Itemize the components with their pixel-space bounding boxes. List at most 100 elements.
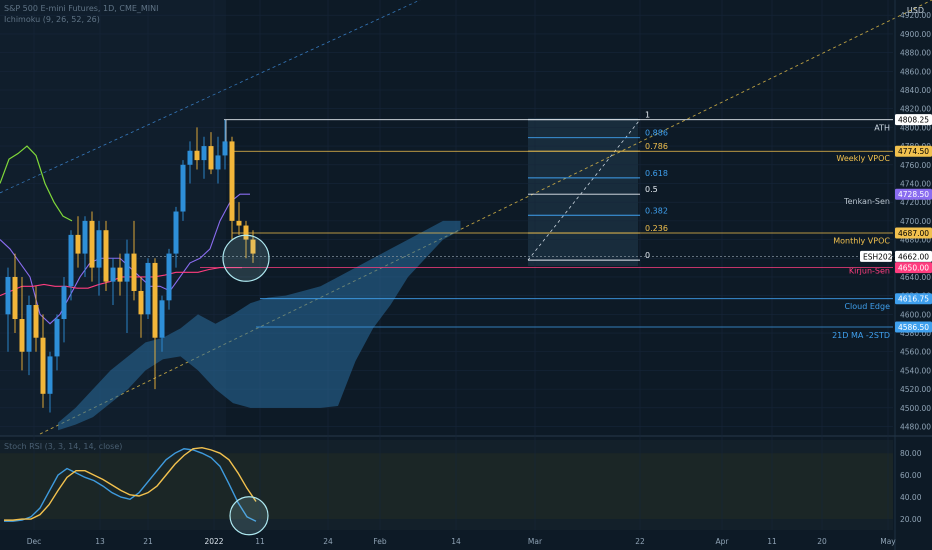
date-tick-label: 22 <box>635 537 645 546</box>
candle-body <box>215 155 221 170</box>
stoch-title: Stoch RSI (3, 3, 14, 14, close) <box>4 442 122 451</box>
date-tick-label: 11 <box>255 537 265 546</box>
highlight-circle <box>222 234 270 282</box>
candle-body <box>145 262 151 315</box>
stoch-highlight-circle <box>229 496 269 536</box>
candle-body <box>82 220 88 254</box>
stoch-band <box>0 453 893 520</box>
candle-body <box>26 305 32 352</box>
candle-body <box>89 220 95 268</box>
candle-body <box>33 305 39 338</box>
fib-label-0.382: 0.382 <box>645 206 668 215</box>
level-annotation: ATH <box>874 123 890 132</box>
date-tick-label: Mar <box>528 537 543 546</box>
chart-header: S&P 500 E-mini Futures, 1D, CME_MINI Ich… <box>4 3 159 25</box>
fib-label-1: 1 <box>645 111 650 120</box>
level-annotation: Kirjun-Sen <box>849 266 890 275</box>
price-tick-label: 4700.00 <box>900 217 931 226</box>
price-tag-label: 4687.00 <box>898 229 929 238</box>
price-tick-label: 4640.00 <box>900 273 931 282</box>
candle-body <box>187 150 193 165</box>
price-tag-label: 4586.50 <box>898 323 929 332</box>
currency-label: USD <box>906 6 924 15</box>
candle-body <box>229 141 235 221</box>
candle-body <box>159 300 165 338</box>
date-tick-label: 2022 <box>204 537 223 546</box>
candle-body <box>180 164 186 212</box>
level-annotation: Cloud Edge <box>844 302 890 311</box>
level-annotation: Monthly VPOC <box>833 237 890 246</box>
fib-label-0.786: 0.786 <box>645 142 668 151</box>
candle-body <box>54 319 60 357</box>
price-tick-label: 4740.00 <box>900 179 931 188</box>
candle-body <box>152 262 158 338</box>
level-annotation: Weekly VPOC <box>836 154 890 163</box>
date-tick-label: 11 <box>767 537 777 546</box>
candle-body <box>236 220 242 226</box>
candle-body <box>12 276 18 320</box>
date-tick-label: 21 <box>143 537 153 546</box>
candle-body <box>194 150 200 161</box>
candle-body <box>117 267 123 282</box>
level-annotation: 21D MA -2STD <box>832 331 890 340</box>
indicator-title: Ichimoku (9, 26, 52, 26) <box>4 15 100 24</box>
candle-body <box>201 146 207 161</box>
candle-body <box>103 230 109 282</box>
date-tick-label: 14 <box>451 537 461 546</box>
candle-body <box>61 286 67 320</box>
date-tick-label: Apr <box>716 537 730 546</box>
candle-body <box>68 234 74 287</box>
price-tick-label: 4520.00 <box>900 385 931 394</box>
background-layer <box>0 0 932 550</box>
price-tick-label: 4900.00 <box>900 30 931 39</box>
price-tick-label: 4860.00 <box>900 67 931 76</box>
stoch-tick-label: 40.00 <box>900 493 922 502</box>
symbol-title: S&P 500 E-mini Futures, 1D, CME_MINI <box>4 4 159 13</box>
fib-label-0: 0 <box>645 251 650 260</box>
stoch-tick-label: 20.00 <box>900 515 922 524</box>
price-tag-label: 4808.25 <box>898 116 929 125</box>
candle-body <box>19 319 25 352</box>
price-tick-label: 4760.00 <box>900 161 931 170</box>
fib-label-0.886: 0.886 <box>645 129 668 138</box>
candle-body <box>96 230 102 268</box>
date-tick-label: 20 <box>817 537 827 546</box>
chart-canvas: 1 0.886 0.786 0.618 0.5 0.382 0.236 0 Stoch RSI… <box>0 0 932 550</box>
candle-body <box>208 146 214 170</box>
candle-body <box>110 267 116 282</box>
price-tick-label: 4840.00 <box>900 86 931 95</box>
price-tag-label: ESH2022 <box>863 252 897 261</box>
level-annotation: Tenkan-Sen <box>843 197 890 206</box>
candle-body <box>138 290 144 315</box>
fib-label-0.618: 0.618 <box>645 169 668 178</box>
candle-body <box>166 253 172 301</box>
price-tag-label: 4728.50 <box>898 190 929 199</box>
candle-body <box>5 276 11 315</box>
price-tick-label: 4500.00 <box>900 404 931 413</box>
price-tag-label: 4662.00 <box>898 252 929 261</box>
candle-body <box>124 253 130 282</box>
price-tick-label: 4880.00 <box>900 49 931 58</box>
candle-body <box>173 211 179 254</box>
stoch-tick-label: 80.00 <box>900 449 922 458</box>
fib-projection-zone <box>528 118 638 266</box>
fib-label-0.5: 0.5 <box>645 185 658 194</box>
candle-body <box>222 141 228 156</box>
date-tick-label: 13 <box>95 537 105 546</box>
date-tick-label: May <box>880 537 896 546</box>
candle-body <box>131 253 137 291</box>
price-tick-label: 4600.00 <box>900 310 931 319</box>
price-tag-label: 4650.00 <box>898 264 929 273</box>
price-tick-label: 4480.00 <box>900 423 931 432</box>
date-tick-label: 24 <box>323 537 333 546</box>
price-tag-label: 4774.50 <box>898 147 929 156</box>
candle-body <box>75 234 81 254</box>
candle-body <box>47 356 53 394</box>
date-tick-label: Feb <box>373 537 387 546</box>
fib-label-0.236: 0.236 <box>645 224 668 233</box>
candle-body <box>40 337 46 394</box>
price-tick-label: 4540.00 <box>900 366 931 375</box>
price-tick-label: 4820.00 <box>900 105 931 114</box>
date-tick-label: Dec <box>27 537 42 546</box>
price-tick-label: 4560.00 <box>900 348 931 357</box>
